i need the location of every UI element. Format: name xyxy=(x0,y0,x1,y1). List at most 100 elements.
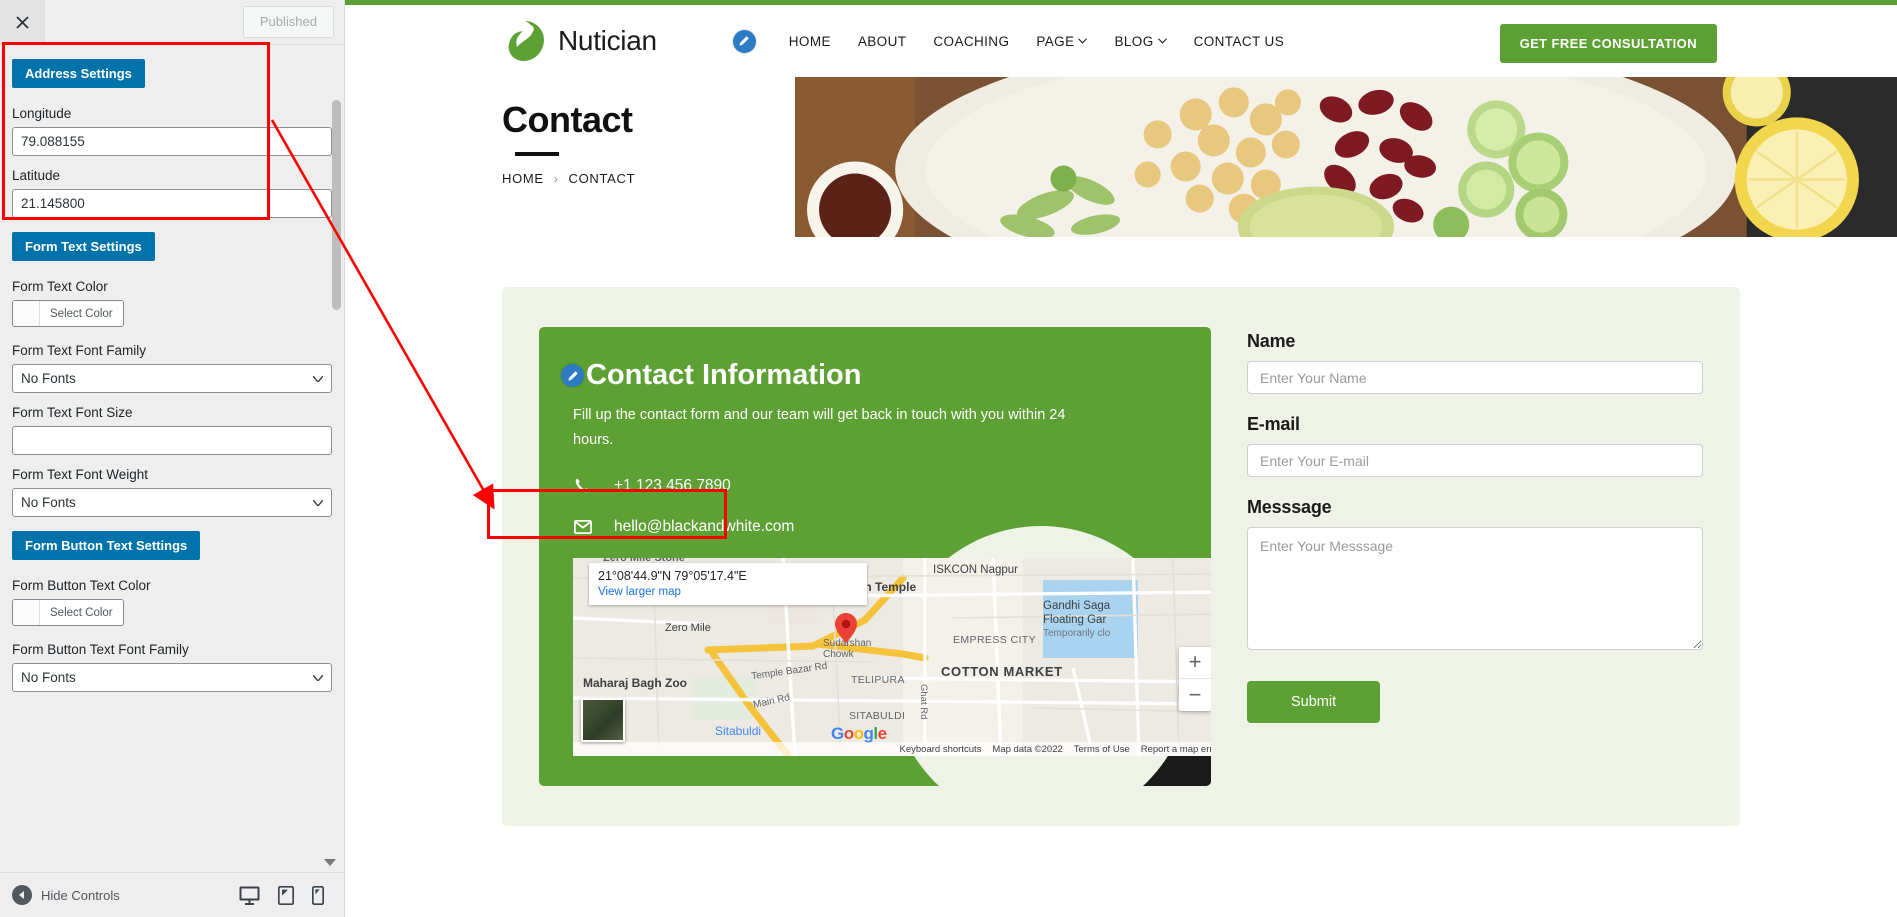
nav-label: CONTACT US xyxy=(1193,33,1285,49)
form-text-font-family-select[interactable]: No Fonts xyxy=(12,364,332,393)
form-text-settings-section-button[interactable]: Form Text Settings xyxy=(12,232,155,261)
contact-email-row: hello@blackandwhite.com xyxy=(573,518,1177,536)
map-zoom-out-button[interactable]: − xyxy=(1179,679,1211,711)
contact-section: Contact Information Fill up the contact … xyxy=(345,237,1897,826)
hero-food-image xyxy=(795,77,1897,237)
contact-phone-text[interactable]: +1 123 456 7890 xyxy=(614,477,731,495)
map-terms-link[interactable]: Terms of Use xyxy=(1074,744,1130,755)
map-keyboard-shortcuts-link[interactable]: Keyboard shortcuts xyxy=(900,744,982,755)
form-button-text-color-picker[interactable]: Select Color xyxy=(12,599,124,626)
nav-item-coaching[interactable]: COACHING xyxy=(933,34,1009,49)
form-button-text-color-label: Form Button Text Color xyxy=(12,578,151,593)
contact-title-text: Contact Information xyxy=(586,359,862,391)
email-input[interactable] xyxy=(1247,444,1703,477)
contact-information-content: Contact Information Fill up the contact … xyxy=(561,359,1211,756)
nav-item-page[interactable]: PAGE xyxy=(1036,34,1088,49)
map-label: Floating Gar xyxy=(1043,613,1107,626)
mobile-preview-icon[interactable] xyxy=(312,885,324,905)
main-navigation: HOME ABOUT COACHING PAGE BLOG CONTACT US xyxy=(732,29,1285,53)
customizer-panel-content: Address Settings Longitude Latitude Form… xyxy=(0,45,344,732)
contact-phone-row: +1 123 456 7890 xyxy=(573,477,1177,495)
map-street-view-thumbnail[interactable] xyxy=(581,697,625,742)
map-zoom-controls: + − xyxy=(1179,646,1211,711)
form-text-font-size-input[interactable] xyxy=(12,426,332,455)
form-button-text-color-swatch xyxy=(13,600,40,625)
map-coordinates-text: 21°08'44.9"N 79°05'17.4"E xyxy=(598,568,747,583)
collapse-arrow-icon[interactable] xyxy=(324,859,336,866)
longitude-label: Longitude xyxy=(12,106,72,121)
nav-item-contact-us[interactable]: CONTACT US xyxy=(1194,34,1285,49)
map-attribution-bar: Keyboard shortcuts Map data ©2022 Terms … xyxy=(900,744,1211,755)
form-button-text-font-family-label: Form Button Text Font Family xyxy=(12,642,189,657)
hide-controls-button[interactable]: Hide Controls xyxy=(12,885,120,905)
form-text-font-weight-select[interactable]: No Fonts xyxy=(12,488,332,517)
sidebar-scrollbar[interactable] xyxy=(332,100,341,310)
contact-form: Name E-mail Messsage Submit xyxy=(1247,327,1703,786)
breadcrumb-current: CONTACT xyxy=(568,171,636,186)
google-logo: Google xyxy=(831,723,887,743)
nav-item-blog[interactable]: BLOG xyxy=(1114,34,1167,49)
publish-button[interactable]: Published xyxy=(242,6,334,38)
title-underline xyxy=(515,152,559,156)
nav-label: HOME xyxy=(788,33,831,49)
nav-item-about[interactable]: ABOUT xyxy=(858,34,907,49)
map-label: COTTON MARKET xyxy=(941,663,1063,679)
name-input[interactable] xyxy=(1247,361,1703,394)
contact-email-text[interactable]: hello@blackandwhite.com xyxy=(614,518,794,536)
google-map-embed[interactable]: Zero Mile Stone ISKCON Nagpur Shri Ganes… xyxy=(573,557,1211,756)
longitude-field-group: Longitude xyxy=(12,106,332,156)
leaf-person-logo-icon xyxy=(502,18,549,65)
breadcrumb: HOME › CONTACT xyxy=(502,171,795,186)
collapse-left-icon xyxy=(12,885,32,905)
nav-label: ABOUT xyxy=(857,33,907,49)
map-label: EMPRESS CITY xyxy=(953,633,1036,646)
map-label: Gandhi Saga xyxy=(1043,599,1111,612)
phone-icon xyxy=(573,477,592,494)
desktop-preview-icon[interactable] xyxy=(239,886,260,905)
device-preview-icons xyxy=(239,885,332,905)
longitude-input[interactable] xyxy=(12,127,332,156)
latitude-field-group: Latitude xyxy=(12,168,332,218)
form-text-color-swatch xyxy=(13,301,40,326)
map-info-card: 21°08'44.9"N 79°05'17.4"E View larger ma… xyxy=(589,562,867,605)
form-text-font-family-group: Form Text Font Family No Fonts xyxy=(12,343,332,393)
message-textarea[interactable] xyxy=(1247,527,1703,650)
address-settings-section-button[interactable]: Address Settings xyxy=(12,59,145,88)
name-field-label: Name xyxy=(1247,331,1296,351)
message-field-label: Messsage xyxy=(1247,497,1332,517)
map-data-label: Map data ©2022 xyxy=(992,743,1063,755)
site-logo[interactable]: Nutician xyxy=(502,18,657,65)
hero-text-block: Contact HOME › CONTACT xyxy=(345,77,795,237)
form-button-text-font-family-select[interactable]: No Fonts xyxy=(12,663,332,692)
page-title: Contact xyxy=(502,99,633,140)
tablet-preview-icon[interactable] xyxy=(278,885,294,905)
edit-pencil-icon-contact[interactable] xyxy=(561,364,584,387)
chevron-down-icon xyxy=(1157,38,1167,44)
envelope-icon xyxy=(573,519,592,534)
site-preview-pane: Nutician HOME ABOUT COACHING PAGE BLOG C… xyxy=(345,0,1897,917)
breadcrumb-home[interactable]: HOME xyxy=(502,171,544,186)
map-label: Ghat Rd xyxy=(918,683,929,720)
view-larger-map-link[interactable]: View larger map xyxy=(598,586,858,598)
breadcrumb-separator: › xyxy=(553,171,559,186)
contact-subtitle: Fill up the contact form and our team wi… xyxy=(573,407,1066,449)
edit-pencil-icon-nav[interactable] xyxy=(732,29,756,53)
close-icon[interactable] xyxy=(0,0,45,44)
map-marker-pin-icon xyxy=(835,612,857,643)
map-report-error-link[interactable]: Report a map error xyxy=(1141,744,1211,755)
form-text-select-color-label: Select Color xyxy=(40,301,123,326)
form-text-color-label: Form Text Color xyxy=(12,279,108,294)
nav-label: COACHING xyxy=(933,33,1010,49)
form-button-text-settings-section-button[interactable]: Form Button Text Settings xyxy=(12,531,201,560)
submit-button[interactable]: Submit xyxy=(1247,681,1381,723)
latitude-input[interactable] xyxy=(12,189,332,218)
contact-card: Contact Information Fill up the contact … xyxy=(502,287,1740,826)
nav-item-home[interactable]: HOME xyxy=(789,34,831,49)
map-zoom-in-button[interactable]: + xyxy=(1179,647,1211,679)
form-text-font-weight-group: Form Text Font Weight No Fonts xyxy=(12,467,332,517)
form-text-color-picker[interactable]: Select Color xyxy=(12,300,124,327)
logo-text: Nutician xyxy=(558,25,657,56)
customizer-topbar: Published xyxy=(0,0,344,45)
get-free-consultation-button[interactable]: GET FREE CONSULTATION xyxy=(1499,24,1717,63)
page-hero: Contact HOME › CONTACT xyxy=(345,77,1897,237)
